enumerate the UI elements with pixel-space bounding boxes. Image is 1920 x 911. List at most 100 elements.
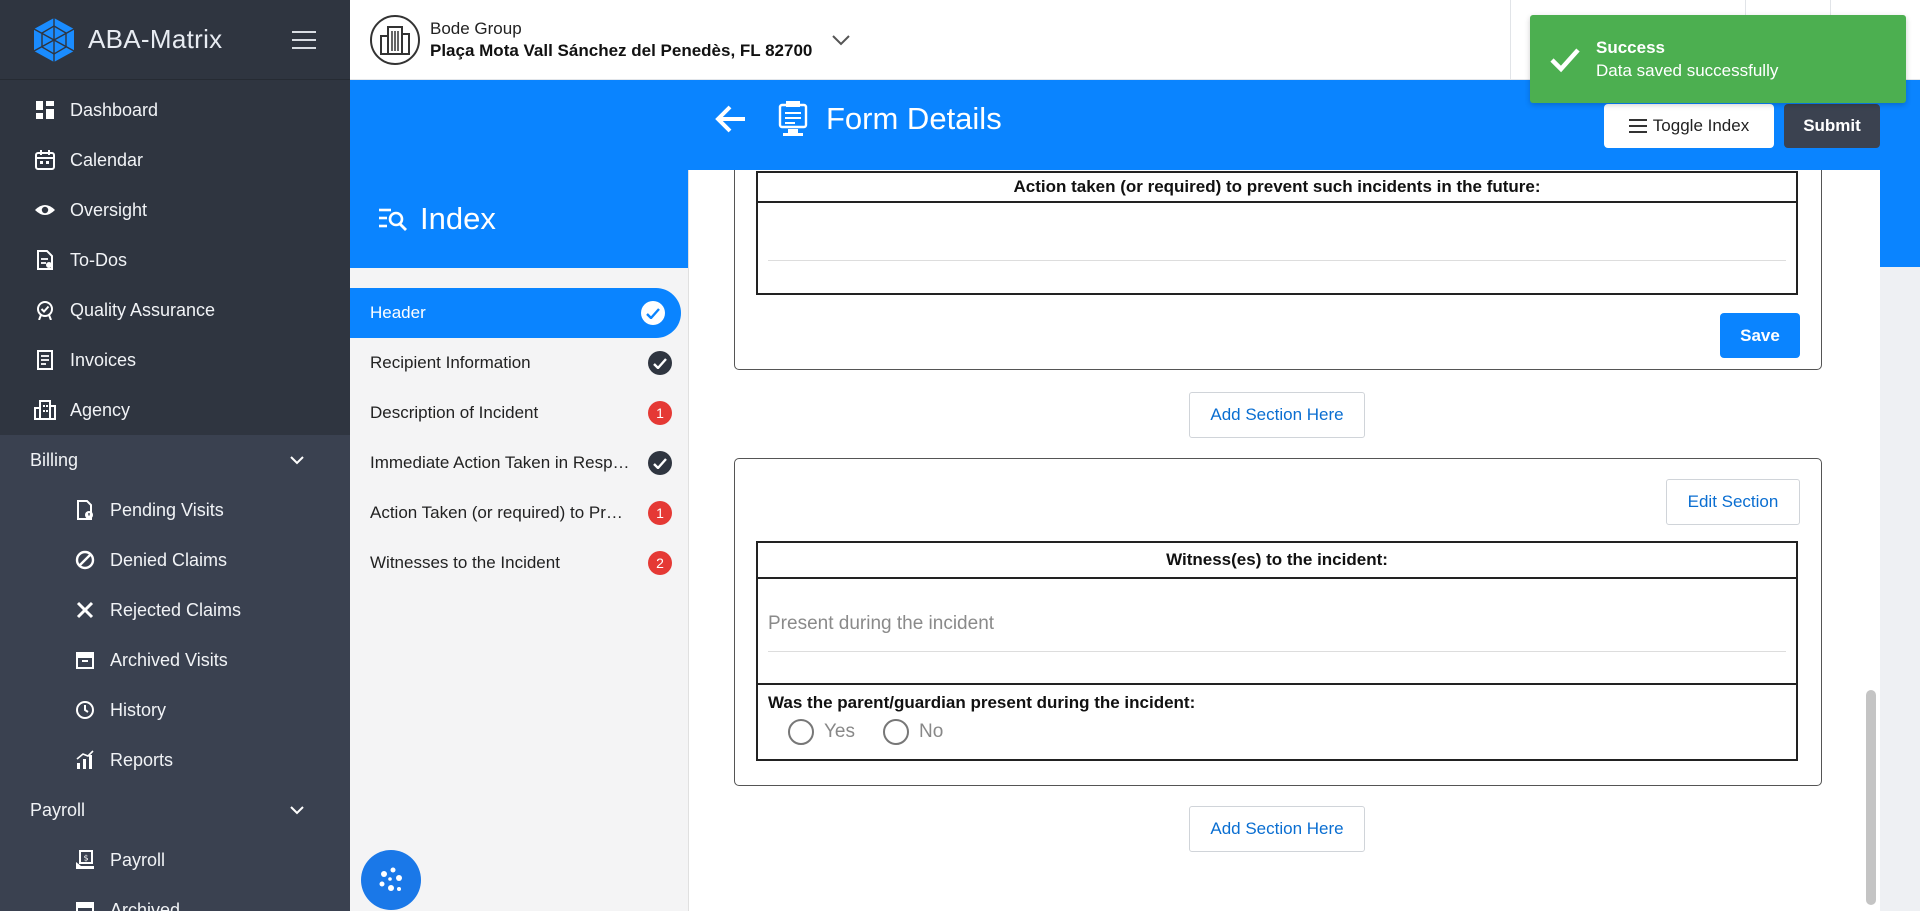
payroll-icon: $: [74, 849, 96, 871]
sidebar-item-pending-visits[interactable]: Pending Visits: [0, 485, 350, 535]
sidebar-group-payroll[interactable]: Payroll: [0, 785, 350, 835]
sidebar-item-denied-claims[interactable]: Denied Claims: [0, 535, 350, 585]
toast-message: Data saved successfully: [1596, 60, 1779, 80]
sidebar-item-archived-visits[interactable]: Archived Visits: [0, 635, 350, 685]
sidebar-item-label: To-Dos: [70, 249, 128, 270]
index-item-label: Recipient Information: [370, 353, 531, 372]
index-item-label: Action Taken (or required) to Prevent Su…: [370, 503, 630, 522]
invoice-icon: [34, 349, 56, 371]
edit-section-button[interactable]: Edit Section: [1666, 479, 1800, 525]
add-section-button[interactable]: Add Section Here: [1189, 392, 1365, 438]
sidebar-item-agency[interactable]: Agency: [0, 385, 350, 435]
sidebar-item-quality-assurance[interactable]: Quality Assurance: [0, 285, 350, 335]
sidebar-group-billing[interactable]: Billing: [0, 435, 350, 485]
save-button[interactable]: Save: [1720, 313, 1800, 358]
index-title: Index: [420, 201, 496, 236]
sidebar-item-label: History: [110, 699, 167, 720]
svg-text:$: $: [83, 854, 88, 863]
chevron-down-icon: [290, 455, 304, 464]
sidebar-item-label: Pending Visits: [110, 499, 224, 520]
sidebar-item-todos[interactable]: To-Dos: [0, 235, 350, 285]
prevent-table: Action taken (or required) to prevent su…: [756, 171, 1798, 295]
sidebar-group-label: Billing: [30, 449, 79, 470]
list-search-icon: [379, 208, 407, 231]
radio-yes-label: Yes: [824, 721, 855, 742]
input-underline: [768, 651, 1786, 652]
add-section-button[interactable]: Add Section Here: [1189, 806, 1365, 852]
chevron-down-icon[interactable]: [832, 34, 851, 46]
sidebar-item-calendar[interactable]: Calendar: [0, 135, 350, 185]
check-circle-icon: [641, 301, 665, 325]
index-list: Header Recipient Information Description…: [350, 288, 688, 588]
witness-table: Witness(es) to the incident: Present dur…: [756, 541, 1798, 761]
section-card-prevent: Action taken (or required) to prevent su…: [734, 170, 1822, 370]
check-circle-icon: [648, 351, 672, 375]
radio-no[interactable]: [883, 719, 909, 745]
radio-yes[interactable]: [788, 719, 814, 745]
back-arrow-icon[interactable]: [714, 102, 748, 136]
sidebar-item-label: Calendar: [70, 149, 144, 170]
content-scrollbar[interactable]: [1866, 690, 1876, 905]
submit-button[interactable]: Submit: [1784, 104, 1880, 148]
sidebar-item-payroll[interactable]: $ Payroll: [0, 835, 350, 885]
organization-name: Bode Group: [430, 19, 522, 38]
parent-question-label: Was the parent/guardian present during t…: [768, 693, 1196, 712]
index-header: Index: [350, 170, 688, 268]
sidebar-item-label: Oversight: [70, 199, 148, 220]
denied-icon: [74, 549, 96, 571]
form-header: Form Details: [714, 100, 1002, 138]
dashboard-icon: [34, 99, 56, 121]
checkmark-icon: [1550, 48, 1580, 73]
index-item-witnesses[interactable]: Witnesses to the Incident 2: [350, 538, 688, 588]
index-item-immediate-action[interactable]: Immediate Action Taken in Response to th…: [350, 438, 688, 488]
witness-input[interactable]: Present during the incident: [768, 613, 994, 635]
form-document-icon: [778, 101, 808, 136]
sidebar-item-history[interactable]: History: [0, 685, 350, 735]
menu-toggle-icon[interactable]: [292, 30, 316, 49]
pending-icon: [74, 499, 96, 521]
witness-input-area[interactable]: Present during the incident: [758, 579, 1796, 685]
sidebar-item-label: Dashboard: [70, 99, 159, 120]
sidebar-group-label: Payroll: [30, 799, 86, 820]
error-count-badge: 2: [648, 551, 672, 575]
divider: [1510, 0, 1511, 80]
rejected-icon: [74, 599, 96, 621]
sidebar-item-rejected-claims[interactable]: Rejected Claims: [0, 585, 350, 635]
sidebar-item-reports[interactable]: Reports: [0, 735, 350, 785]
index-panel: Index Header Recipient Information Descr…: [350, 170, 688, 911]
agency-icon: [34, 399, 56, 421]
error-count-badge: 1: [648, 501, 672, 525]
todo-icon: [34, 249, 56, 271]
quality-icon: [34, 299, 56, 321]
index-item-header[interactable]: Header: [350, 288, 681, 338]
organization-selector[interactable]: Bode Group Plaça Mota Vall Sánchez del P…: [370, 15, 851, 65]
history-icon: [74, 699, 96, 721]
success-toast[interactable]: Success Data saved successfully: [1530, 15, 1906, 103]
check-circle-icon: [648, 451, 672, 475]
sidebar-item-oversight[interactable]: Oversight: [0, 185, 350, 235]
cube-logo-icon: [33, 17, 75, 62]
app-name: ABA-Matrix: [88, 24, 223, 54]
prevent-textarea[interactable]: [768, 260, 1786, 261]
index-item-recipient-information[interactable]: Recipient Information: [350, 338, 688, 388]
toggle-index-button[interactable]: Toggle Index: [1604, 104, 1774, 148]
sidebar-item-archived[interactable]: Archived: [0, 885, 350, 911]
eye-icon: [34, 199, 56, 221]
section-card-witnesses: Edit Section Witness(es) to the incident…: [734, 458, 1822, 786]
cookie-settings-icon[interactable]: [361, 850, 421, 910]
sidebar-item-dashboard[interactable]: Dashboard: [0, 85, 350, 135]
reports-icon: [74, 749, 96, 771]
prevent-heading: Action taken (or required) to prevent su…: [758, 173, 1796, 203]
sidebar-item-label: Archived: [110, 899, 181, 911]
index-item-action-taken-prevent[interactable]: Action Taken (or required) to Prevent Su…: [350, 488, 688, 538]
archive-icon: [74, 899, 96, 911]
sidebar-item-label: Invoices: [70, 349, 137, 370]
index-item-label: Immediate Action Taken in Response to th…: [370, 453, 630, 472]
sidebar-item-label: Payroll: [110, 849, 166, 870]
archive-icon: [74, 649, 96, 671]
radio-no-label: No: [919, 721, 944, 742]
index-item-description-of-incident[interactable]: Description of Incident 1: [350, 388, 688, 438]
sidebar-item-invoices[interactable]: Invoices: [0, 335, 350, 385]
toggle-index-label: Toggle Index: [1652, 116, 1750, 135]
witness-heading: Witness(es) to the incident:: [758, 543, 1796, 579]
